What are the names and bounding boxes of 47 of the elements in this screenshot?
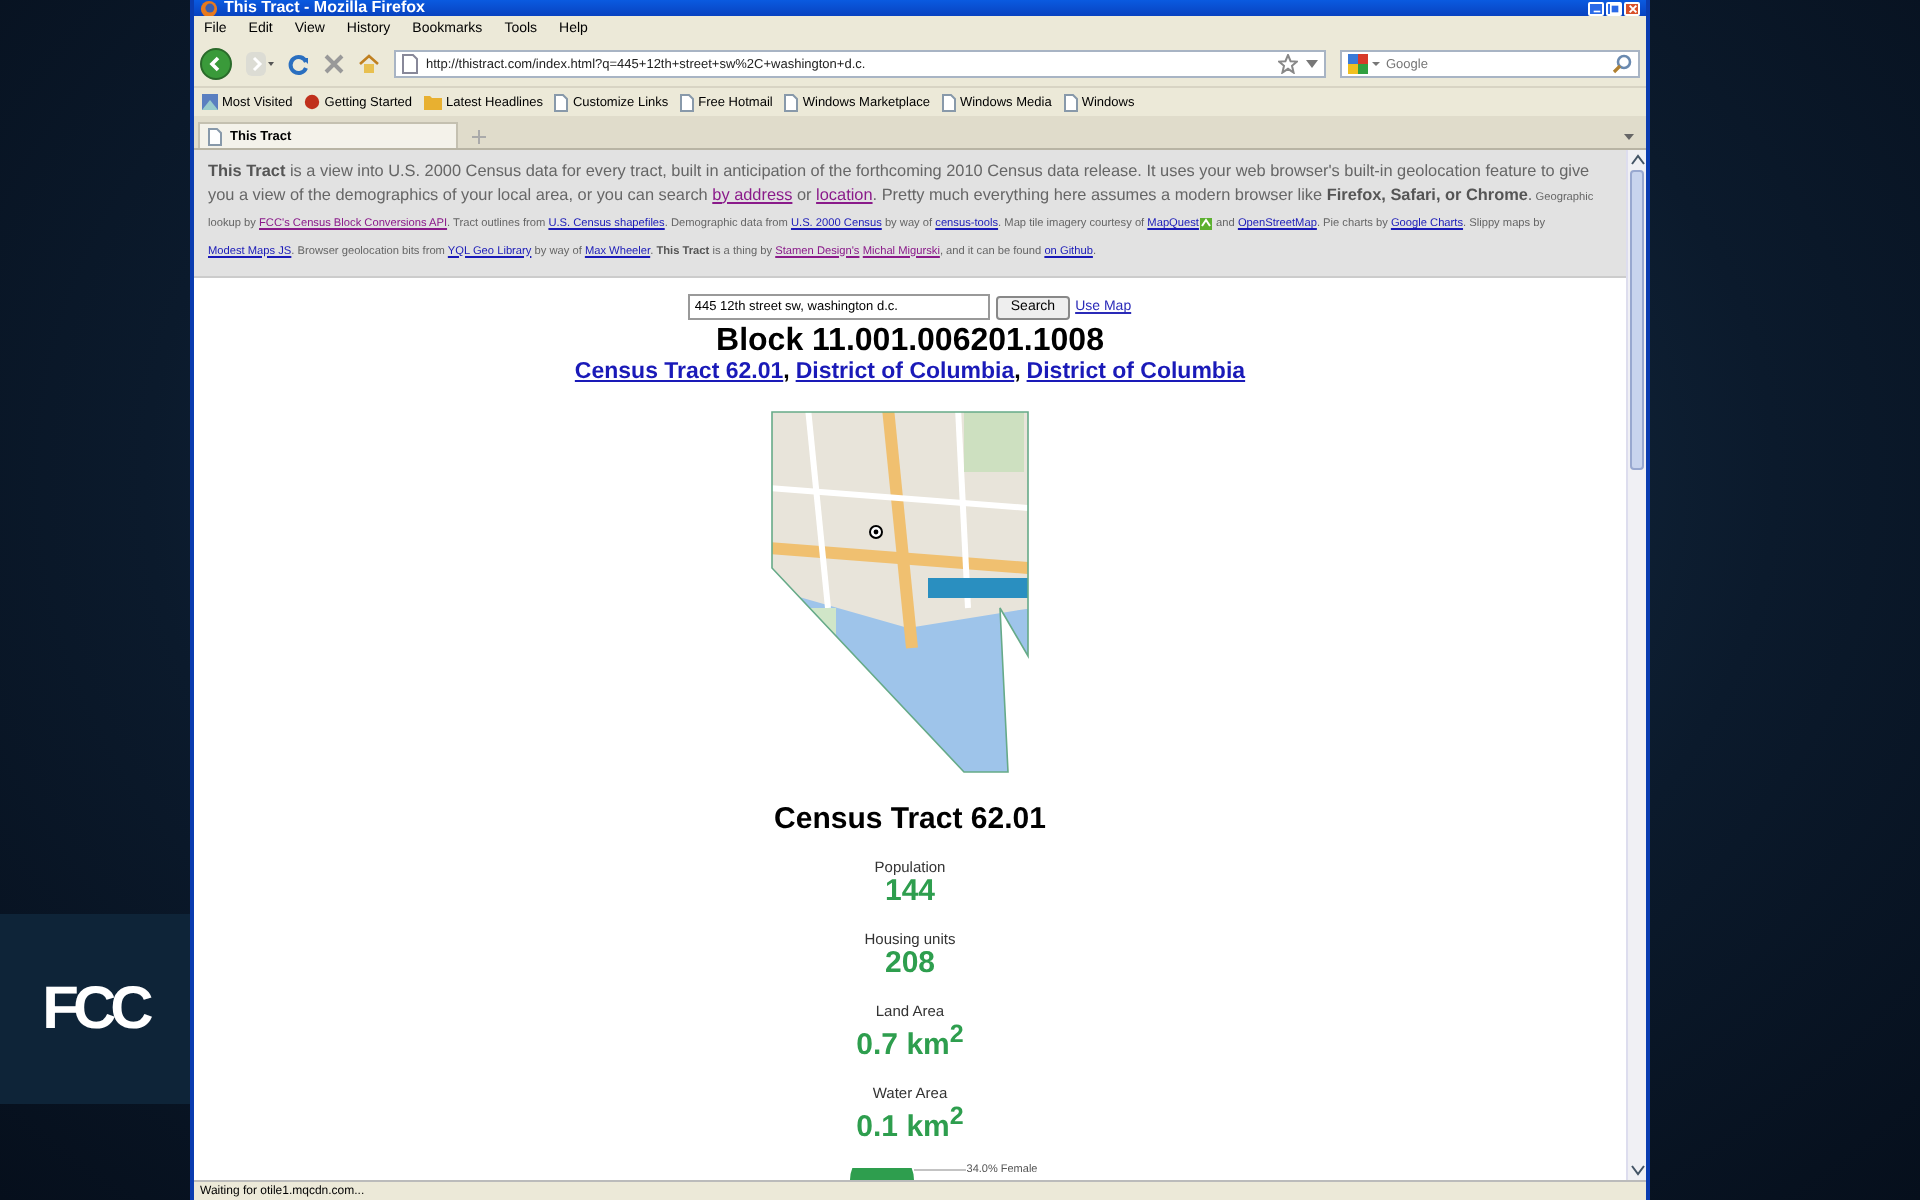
- close-icon: [1627, 3, 1637, 13]
- search-engine-icon[interactable]: [1348, 54, 1380, 74]
- scrollbar[interactable]: [1626, 150, 1646, 1180]
- maximize-icon: [1609, 3, 1619, 13]
- place-link[interactable]: Census Tract 62.01: [574, 360, 784, 384]
- page-icon: [941, 93, 956, 111]
- star-icon[interactable]: [1278, 54, 1298, 74]
- back-button[interactable]: [200, 48, 232, 80]
- place-link[interactable]: District of Columbia: [795, 360, 1015, 384]
- minimize-button[interactable]: [1588, 1, 1604, 15]
- caret-icon: [1623, 133, 1633, 139]
- search-icon[interactable]: [1612, 54, 1632, 74]
- folder-icon: [424, 94, 443, 110]
- page-icon: [784, 93, 799, 111]
- plus-icon: [471, 129, 485, 143]
- browser-logo-icon: [200, 0, 218, 16]
- arrow-icon: [1200, 217, 1213, 230]
- window-title: This Tract - Mozilla Firefox: [224, 0, 427, 16]
- block-title: Block 11.001.006201.1008: [716, 324, 1104, 360]
- home-icon[interactable]: [358, 54, 380, 74]
- maximize-button[interactable]: [1606, 1, 1622, 15]
- dropdown-icon[interactable]: [1306, 60, 1318, 68]
- place-link[interactable]: District of Columbia: [1026, 360, 1246, 384]
- stat-value: 144: [884, 876, 936, 906]
- link[interactable]: location: [816, 185, 873, 203]
- stat-value: 0.7 km$^{2}$: [856, 1020, 964, 1060]
- tract-title: Census Tract 62.01: [774, 804, 1046, 836]
- logo: FCC: [42, 975, 148, 1043]
- stat-value: 208: [884, 948, 936, 978]
- stop-icon[interactable]: [324, 54, 344, 74]
- page-icon: [402, 54, 418, 74]
- page-icon: [1063, 93, 1078, 111]
- picture-icon: [202, 94, 218, 110]
- reload-icon[interactable]: [288, 53, 310, 75]
- scroll-thumb[interactable]: [1630, 170, 1644, 470]
- separator: ,: [783, 360, 790, 384]
- page-icon: [208, 127, 222, 145]
- page-icon: [554, 93, 569, 111]
- leader-line: [914, 1168, 967, 1172]
- separator: ,: [1014, 360, 1021, 384]
- link[interactable]: by address: [712, 185, 793, 203]
- scroll-down-icon[interactable]: [1629, 1164, 1645, 1176]
- stat-value: 0.1 km$^{2}$: [856, 1102, 964, 1142]
- scroll-up-icon[interactable]: [1629, 154, 1645, 166]
- close-button[interactable]: [1624, 1, 1640, 15]
- pie-chart-drawing: [850, 1168, 915, 1180]
- page-icon: [680, 93, 695, 111]
